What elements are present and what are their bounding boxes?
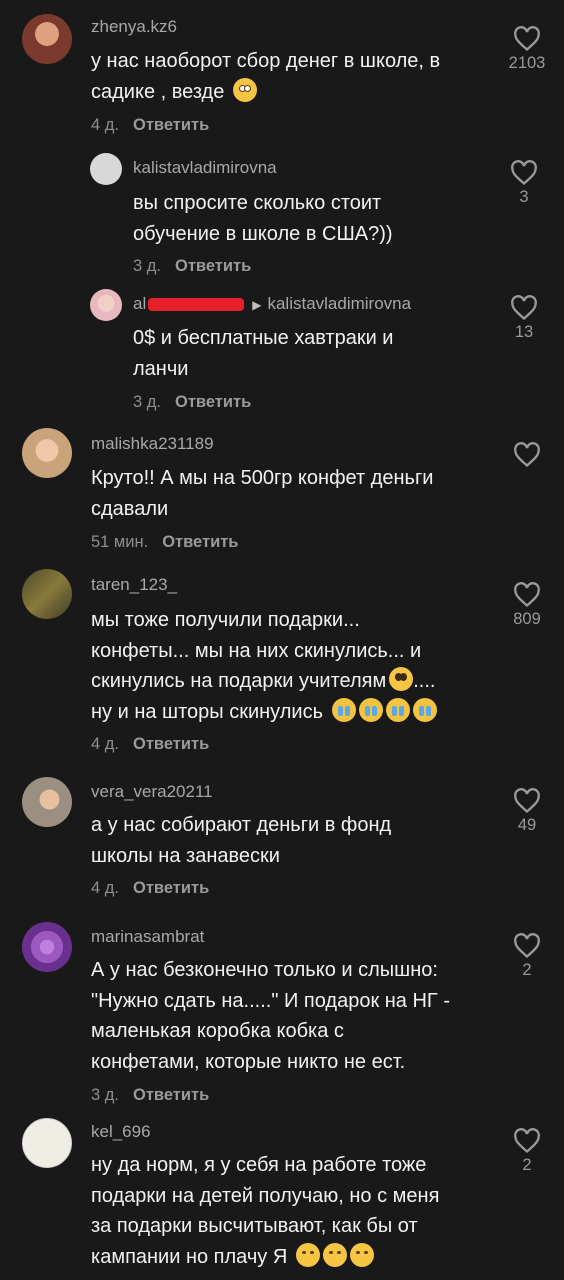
- comment-username[interactable]: vera_vera20211: [91, 782, 213, 802]
- reply-button[interactable]: Ответить: [133, 879, 209, 897]
- reply-button[interactable]: Ответить: [133, 116, 209, 134]
- comment-meta: 4 д. Ответить: [91, 735, 209, 754]
- like-count: 2: [522, 1156, 532, 1174]
- comment-meta: 4 д. Ответить: [91, 116, 209, 135]
- like-button[interactable]: 3: [494, 160, 554, 207]
- avatar[interactable]: [90, 153, 122, 185]
- avatar[interactable]: [22, 428, 72, 478]
- crying-emoji-icon: [412, 697, 437, 722]
- comment-username[interactable]: taren_123_: [91, 575, 177, 595]
- avatar[interactable]: [22, 14, 72, 64]
- comment-text: а у нас собирают деньги в фонд школы на …: [91, 814, 392, 867]
- reply-button[interactable]: Ответить: [133, 735, 209, 753]
- like-button[interactable]: 13: [494, 295, 554, 342]
- comment-text: мы тоже получили подарки... конфеты... м…: [91, 609, 437, 723]
- redaction-bar: [148, 298, 245, 312]
- like-button[interactable]: 2: [497, 933, 557, 980]
- comment-text: ну да норм, я у себя на работе тоже пода…: [91, 1154, 440, 1268]
- comment-meta: 3 д. Ответить: [133, 257, 251, 276]
- comment-time: 3 д.: [133, 393, 161, 411]
- heart-outline-icon: [514, 26, 540, 52]
- comment-text: у нас наоборот сбор денег в школе, в сад…: [91, 50, 441, 103]
- heart-outline-icon: [514, 442, 540, 468]
- comment-meta: 51 мин. Ответить: [91, 533, 238, 552]
- comment-username[interactable]: al ▶ kalistavladimirovna: [133, 294, 411, 314]
- pleading-emoji-icon: [389, 667, 414, 691]
- like-count: 13: [514, 323, 534, 341]
- like-count: 3: [519, 188, 529, 206]
- like-button[interactable]: 2: [497, 1128, 557, 1175]
- like-button[interactable]: 2103: [497, 26, 557, 73]
- comment-username[interactable]: zhenya.kz6: [91, 17, 177, 37]
- like-button[interactable]: 809: [497, 582, 557, 629]
- comment-time: 3 д.: [91, 1086, 119, 1104]
- comment-text: Круто!! А мы на 500гр конфет деньги сдав…: [91, 467, 434, 520]
- heart-outline-icon: [511, 295, 537, 321]
- like-count: 809: [513, 610, 541, 628]
- heart-outline-icon: [514, 933, 540, 959]
- crying-emoji-icon: [385, 697, 410, 722]
- avatar[interactable]: [22, 569, 72, 619]
- heart-outline-icon: [514, 788, 540, 814]
- reply-button[interactable]: Ответить: [175, 257, 251, 275]
- avatar[interactable]: [22, 1118, 72, 1168]
- comment-time: 4 д.: [91, 879, 119, 897]
- sweat-smile-emoji-icon: [322, 1242, 347, 1267]
- reply-button[interactable]: Ответить: [175, 393, 251, 411]
- reply-button[interactable]: Ответить: [133, 1086, 209, 1104]
- comment-username[interactable]: kalistavladimirovna: [133, 158, 277, 178]
- comment-username[interactable]: marinasambrat: [91, 927, 204, 947]
- comment-text: А у нас безконечно только и слышно: "Нуж…: [91, 959, 450, 1073]
- comment-meta: 4 д. Ответить: [91, 879, 209, 898]
- like-button[interactable]: [497, 442, 557, 468]
- sweat-smile-emoji-icon: [295, 1242, 320, 1267]
- comment-time: 51 мин.: [91, 533, 149, 551]
- avatar[interactable]: [22, 777, 72, 827]
- avatar[interactable]: [22, 922, 72, 972]
- flushed-emoji-icon: [232, 77, 257, 102]
- heart-outline-icon: [514, 582, 540, 608]
- like-count: 49: [517, 816, 537, 834]
- sweat-smile-emoji-icon: [349, 1242, 374, 1267]
- comment-username[interactable]: kel_696: [91, 1122, 151, 1142]
- comment-username[interactable]: malishka231189: [91, 434, 214, 454]
- like-count: 2103: [508, 54, 546, 72]
- heart-outline-icon: [511, 160, 537, 186]
- heart-outline-icon: [514, 1128, 540, 1154]
- comment-text: вы спросите сколько стоит обучение в шко…: [133, 192, 393, 245]
- comment-time: 4 д.: [91, 735, 119, 753]
- reply-button[interactable]: Ответить: [162, 533, 238, 551]
- triangle-right-icon: ▶: [252, 297, 262, 312]
- crying-emoji-icon: [331, 697, 356, 722]
- avatar[interactable]: [90, 289, 122, 321]
- comment-time: 4 д.: [91, 116, 119, 134]
- like-button[interactable]: 49: [497, 788, 557, 835]
- crying-emoji-icon: [358, 697, 383, 722]
- comment-text: 0$ и бесплатные хавтраки и ланчи: [133, 327, 394, 380]
- like-count: 2: [522, 961, 532, 979]
- comment-meta: 3 д. Ответить: [91, 1086, 209, 1105]
- comment-meta: 3 д. Ответить: [133, 393, 251, 412]
- comment-time: 3 д.: [133, 257, 161, 275]
